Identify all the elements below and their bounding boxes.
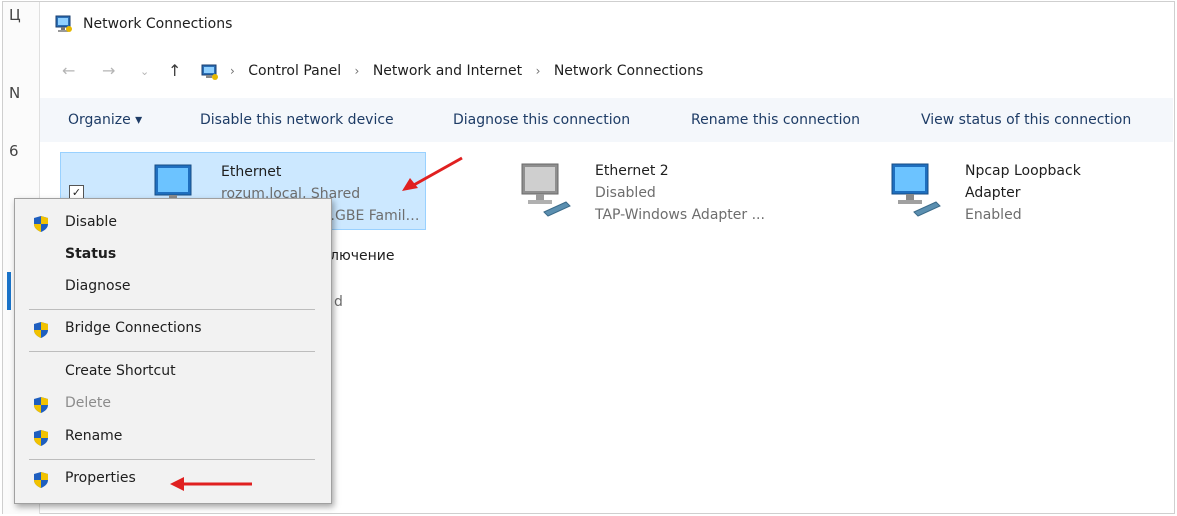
breadcrumb-network-connections[interactable]: Network Connections: [554, 63, 703, 79]
menu-separator: [29, 459, 315, 460]
view-status-button[interactable]: View status of this connection: [921, 112, 1131, 128]
menu-item-rename[interactable]: Rename: [15, 421, 331, 453]
window-title: Network Connections: [83, 16, 233, 32]
connection-name-line2: Adapter: [965, 185, 1021, 201]
rename-connection-button[interactable]: Rename this connection: [691, 112, 860, 128]
connection-item-npcap-loopback[interactable]: Npcap Loopback Adapter Enabled: [870, 152, 1170, 230]
breadcrumb: › Control Panel › Network and Internet ›…: [230, 63, 703, 79]
breadcrumb-network-and-internet[interactable]: Network and Internet: [373, 63, 522, 79]
menu-separator: [29, 309, 315, 310]
menu-separator: [29, 351, 315, 352]
network-adapter-icon: [891, 163, 941, 217]
connection-item-ethernet-2[interactable]: Ethernet 2 Disabled TAP-Windows Adapter …: [500, 152, 860, 230]
menu-item-delete[interactable]: Delete: [15, 388, 331, 420]
up-arrow-icon[interactable]: ↑: [168, 61, 181, 80]
menu-item-create-shortcut[interactable]: Create Shortcut: [15, 356, 331, 388]
breadcrumb-separator: ›: [230, 64, 235, 78]
menu-item-label: Create Shortcut: [65, 363, 176, 379]
recent-locations-chevron-icon[interactable]: ⌄: [140, 65, 149, 78]
menu-item-label: Properties: [65, 470, 136, 486]
network-connections-icon: [55, 15, 72, 32]
breadcrumb-control-panel[interactable]: Control Panel: [248, 63, 341, 79]
uac-shield-icon: [34, 472, 48, 488]
forward-arrow-icon[interactable]: →: [102, 61, 115, 80]
uac-shield-icon: [34, 397, 48, 413]
annotation-arrow-icon: [170, 477, 252, 491]
connection-name: Ethernet 2: [595, 163, 669, 179]
breadcrumb-separator: ›: [535, 64, 541, 78]
menu-item-diagnose[interactable]: Diagnose: [15, 271, 331, 303]
command-bar: Organize ▾ Disable this network device D…: [40, 98, 1173, 142]
menu-item-bridge-connections[interactable]: Bridge Connections: [15, 313, 331, 345]
menu-item-label: Rename: [65, 428, 123, 444]
breadcrumb-separator: ›: [354, 64, 360, 78]
uac-shield-icon: [34, 216, 48, 232]
uac-shield-icon: [34, 322, 48, 338]
control-panel-icon[interactable]: [200, 62, 220, 82]
annotation-arrow-icon: [402, 156, 463, 191]
connection-adapter: TAP-Windows Adapter ...: [595, 207, 765, 223]
connection-name: Ethernet: [221, 164, 282, 180]
back-arrow-icon[interactable]: ←: [62, 61, 75, 80]
menu-item-label: Disable: [65, 214, 117, 230]
address-bar: ← → ⌄ ↑ › Control Panel › Network and In…: [40, 52, 1173, 92]
hidden-item-status: d: [334, 294, 343, 310]
nav-fragment: Ц: [9, 6, 21, 24]
menu-item-label: Status: [65, 246, 117, 262]
title-bar: Network Connections: [40, 2, 1173, 46]
context-menu: Disable Status Diagnose Bridge Connectio…: [14, 198, 332, 504]
nav-fragment: N: [9, 84, 21, 102]
menu-item-disable[interactable]: Disable: [15, 207, 331, 239]
menu-item-label: Bridge Connections: [65, 320, 202, 336]
hidden-item-label: лючение: [330, 248, 395, 264]
connection-status: Enabled: [965, 207, 1022, 223]
nav-fragment: 6: [9, 142, 19, 160]
network-adapter-disabled-icon: [521, 163, 571, 217]
menu-item-status[interactable]: Status: [15, 239, 331, 271]
menu-item-label: Diagnose: [65, 278, 131, 294]
organize-button[interactable]: Organize ▾: [68, 112, 142, 128]
diagnose-connection-button[interactable]: Diagnose this connection: [453, 112, 630, 128]
connection-name-line1: Npcap Loopback: [965, 163, 1081, 179]
menu-item-label: Delete: [65, 395, 111, 411]
uac-shield-icon: [34, 430, 48, 446]
connection-status: Disabled: [595, 185, 656, 201]
disable-device-button[interactable]: Disable this network device: [200, 112, 394, 128]
nav-selection-indicator: [7, 272, 11, 310]
